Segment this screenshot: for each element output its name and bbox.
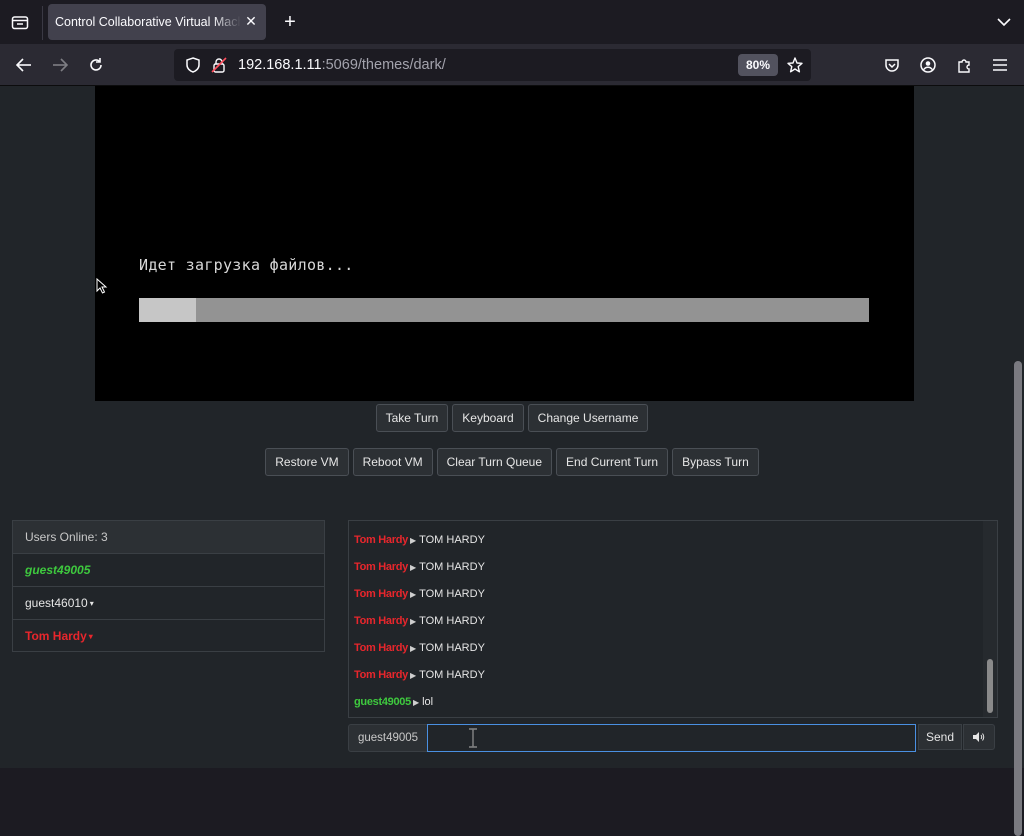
take-turn-button[interactable]: Take Turn: [375, 404, 449, 432]
chat-message-username: Tom Hardy: [354, 534, 408, 546]
forward-arrow-icon[interactable]: [48, 53, 72, 77]
chat-arrow-icon: ▶: [409, 536, 417, 545]
chat-message-text: TOM HARDY: [419, 588, 485, 600]
pocket-icon[interactable]: [880, 53, 904, 77]
bypass-turn-button[interactable]: Bypass Turn: [672, 448, 759, 476]
chat-username-label: guest49005: [348, 724, 428, 752]
user-name-self: guest49005: [25, 563, 91, 577]
chat-message-username: Tom Hardy: [354, 588, 408, 600]
chat-message-username: guest49005: [354, 696, 411, 708]
chat-message-username: Tom Hardy: [354, 642, 408, 654]
user-list-item[interactable]: Tom Hardy ▾: [13, 620, 324, 652]
vm-loading-text: Идет загрузка файлов...: [139, 256, 354, 274]
chat-message: Tom Hardy ▶ TOM HARDY: [354, 588, 485, 600]
chat-message-username: Tom Hardy: [354, 561, 408, 573]
list-all-tabs-chevron-icon[interactable]: [994, 12, 1014, 32]
tab-title: Control Collaborative Virtual Machine: [55, 15, 241, 29]
user-list-item[interactable]: guest49005: [13, 554, 324, 587]
speaker-volume-icon[interactable]: [963, 724, 995, 750]
browser-tab-active[interactable]: Control Collaborative Virtual Machine ✕: [48, 4, 266, 40]
chat-message: Tom Hardy ▶ TOM HARDY: [354, 615, 485, 627]
chat-message-username: Tom Hardy: [354, 669, 408, 681]
mouse-arrow-cursor-icon: [96, 278, 108, 294]
chat-message-text: TOM HARDY: [419, 642, 485, 654]
account-icon[interactable]: [916, 53, 940, 77]
end-current-turn-button[interactable]: End Current Turn: [556, 448, 669, 476]
browser-nav-bar: 192.168.1.11:5069/themes/dark/ 80%: [0, 44, 1024, 86]
restore-vm-button[interactable]: Restore VM: [265, 448, 349, 476]
chat-arrow-icon: ▶: [409, 563, 417, 572]
page-scrollbar-thumb[interactable]: [1014, 361, 1022, 836]
tab-separator: [42, 6, 43, 40]
shield-icon[interactable]: [184, 56, 202, 74]
user-menu-caret-icon[interactable]: ▾: [89, 632, 93, 641]
chat-message-input[interactable]: [427, 724, 916, 752]
vm-display[interactable]: Идет загрузка файлов...: [95, 86, 914, 401]
url-text: 192.168.1.11:5069/themes/dark/: [238, 57, 446, 73]
chat-scrollbar-thumb[interactable]: [987, 659, 993, 713]
zoom-level-badge[interactable]: 80%: [738, 54, 778, 76]
close-tab-icon[interactable]: ✕: [242, 12, 260, 30]
users-online-header: Users Online: 3: [13, 521, 324, 554]
user-name: guest46010: [25, 596, 88, 610]
chat-message: Tom Hardy ▶ TOM HARDY: [354, 561, 485, 573]
send-button[interactable]: Send: [918, 724, 962, 750]
reboot-vm-button[interactable]: Reboot VM: [352, 448, 433, 476]
keyboard-button[interactable]: Keyboard: [452, 404, 524, 432]
extensions-puzzle-icon[interactable]: [952, 53, 976, 77]
vm-progress-fill: [139, 298, 196, 322]
user-list-item[interactable]: guest46010 ▾: [13, 587, 324, 620]
chat-message: Tom Hardy ▶ TOM HARDY: [354, 669, 485, 681]
chat-arrow-icon: ▶: [409, 644, 417, 653]
change-username-button[interactable]: Change Username: [527, 404, 649, 432]
reload-icon[interactable]: [84, 53, 108, 77]
clear-turn-queue-button[interactable]: Clear Turn Queue: [436, 448, 553, 476]
chat-message-text: TOM HARDY: [419, 615, 485, 627]
turn-controls-row: Take Turn Keyboard Change Username: [0, 404, 1024, 432]
chat-input-row: guest49005 Send: [348, 724, 996, 752]
back-arrow-icon[interactable]: [12, 53, 36, 77]
chat-message-text: TOM HARDY: [419, 669, 485, 681]
text-ibeam-cursor-icon: [469, 728, 477, 748]
vm-progress-bar: [139, 298, 869, 322]
chat-message-text: TOM HARDY: [419, 534, 485, 546]
address-bar[interactable]: 192.168.1.11:5069/themes/dark/ 80%: [174, 49, 811, 81]
new-tab-plus-icon[interactable]: +: [280, 12, 300, 32]
bookmark-star-icon[interactable]: [786, 56, 804, 74]
page-content: Идет загрузка файлов... Take Turn Keyboa…: [0, 86, 1024, 836]
chat-message-username: Tom Hardy: [354, 615, 408, 627]
insecure-lock-icon[interactable]: [210, 56, 228, 74]
chat-message-text: TOM HARDY: [419, 561, 485, 573]
url-path: :5069/themes/dark/: [321, 57, 446, 73]
chat-arrow-icon: ▶: [409, 671, 417, 680]
chat-arrow-icon: ▶: [412, 698, 420, 707]
chat-log-panel[interactable]: Tom Hardy ▶ TOM HARDY Tom Hardy ▶ TOM HARDY To…: [348, 520, 998, 718]
chat-arrow-icon: ▶: [409, 590, 417, 599]
user-menu-caret-icon[interactable]: ▾: [90, 599, 94, 608]
users-online-panel: Users Online: 3 guest49005 guest46010 ▾ T…: [12, 520, 325, 652]
tab-manager-icon[interactable]: [8, 11, 32, 33]
chat-message: Tom Hardy ▶ TOM HARDY: [354, 534, 485, 546]
chat-message: guest49005 ▶ lol: [354, 696, 433, 708]
hamburger-menu-icon[interactable]: [988, 53, 1012, 77]
admin-controls-row: Restore VM Reboot VM Clear Turn Queue En…: [0, 448, 1024, 476]
chat-arrow-icon: ▶: [409, 617, 417, 626]
url-host: 192.168.1.11: [238, 57, 322, 73]
browser-tab-bar: Control Collaborative Virtual Machine ✕ …: [0, 0, 1024, 44]
chat-message-text: lol: [422, 696, 434, 708]
user-name-admin: Tom Hardy: [25, 629, 87, 643]
chat-message: Tom Hardy ▶ TOM HARDY: [354, 642, 485, 654]
